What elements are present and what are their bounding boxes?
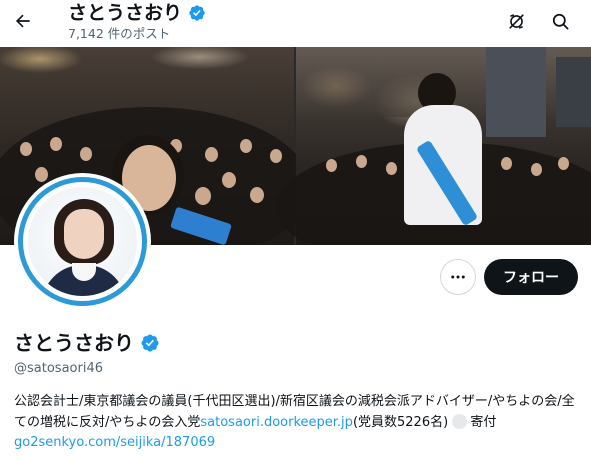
avatar-photo xyxy=(28,187,137,296)
avatar-ring xyxy=(18,177,147,306)
profile-handle: @satosaori46 xyxy=(14,361,103,376)
back-button[interactable] xyxy=(8,6,38,36)
profile-avatar[interactable] xyxy=(14,173,151,310)
bio-member-count: (党員数5226名) xyxy=(352,414,449,430)
banner-photo-speaker xyxy=(276,47,591,245)
header-name: さとうさおり xyxy=(68,2,183,24)
search-button[interactable] xyxy=(545,6,575,36)
bio-link-doorkeeper[interactable]: satosaori.doorkeeper.jp xyxy=(200,415,353,430)
header-title: さとうさおり xyxy=(68,1,206,25)
donation-icon xyxy=(452,413,468,429)
profile-name-row: さとうさおり xyxy=(14,330,160,356)
profile-header: さとうさおり 7,142 件のポスト xyxy=(0,0,591,47)
notifications-off-icon xyxy=(508,13,524,29)
profile-bio: 公認会計士/東京都議会の議員(千代田区選出)/新宿区議会の減税会派アドバイザー/… xyxy=(14,392,584,454)
bio-donation-label: 寄付 xyxy=(470,414,497,430)
search-icon xyxy=(552,13,568,29)
verified-badge-icon[interactable] xyxy=(140,333,160,353)
profile-name: さとうさおり xyxy=(14,331,134,355)
post-count: 7,142 件のポスト xyxy=(68,26,171,41)
more-options-button[interactable] xyxy=(440,259,476,295)
bio-link-go2senkyo[interactable]: go2senkyo.com/seijika/187069 xyxy=(14,435,215,450)
follow-button[interactable]: フォロー xyxy=(484,259,578,295)
back-arrow-icon xyxy=(15,14,30,28)
more-horizontal-icon xyxy=(451,275,465,279)
verified-badge-icon xyxy=(189,5,205,21)
notifications-off-button[interactable] xyxy=(501,6,531,36)
